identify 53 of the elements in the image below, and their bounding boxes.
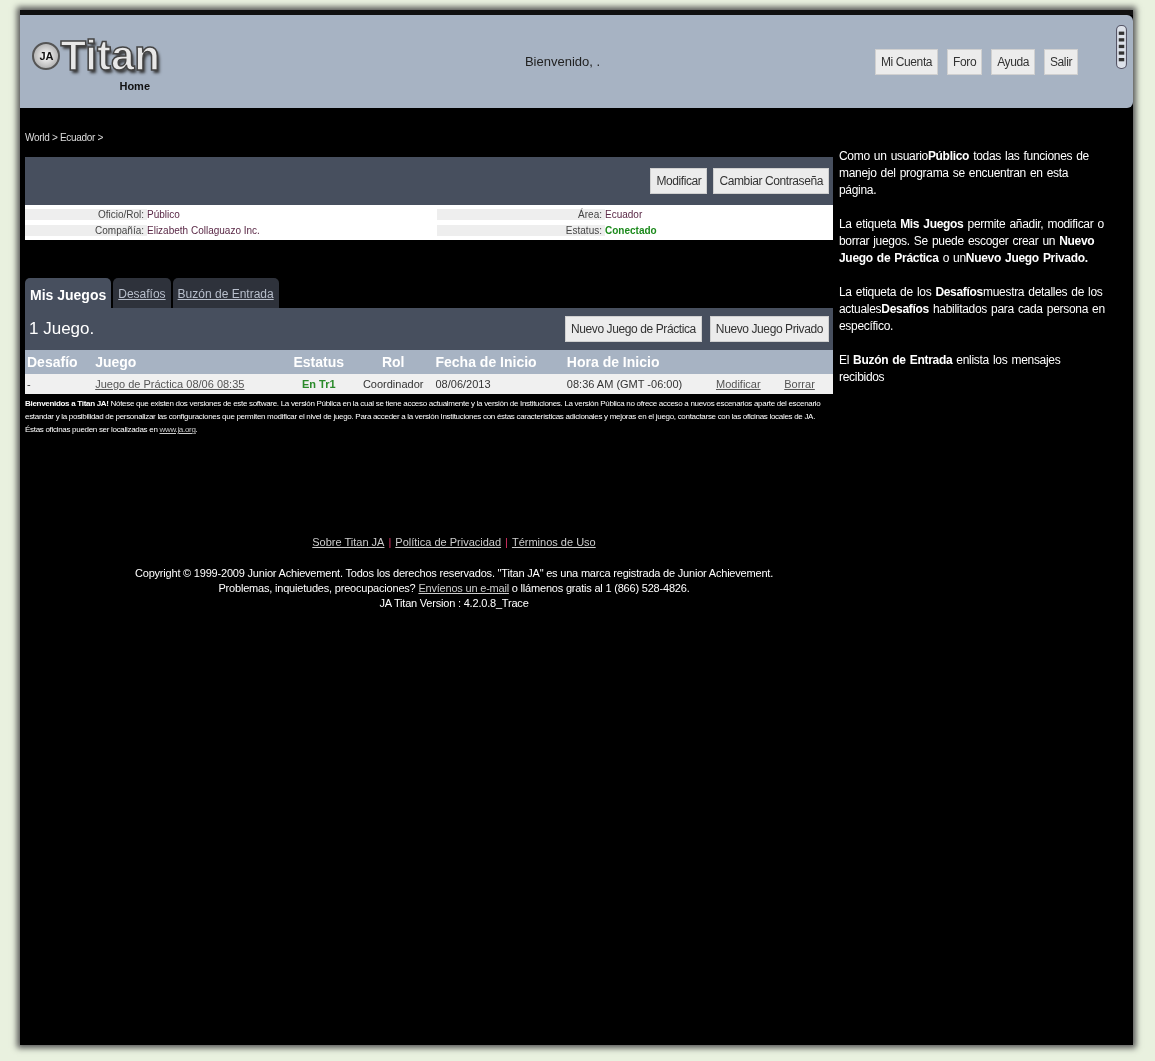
column-header: Estatus (284, 350, 353, 374)
greeting-text: Bienvenido, . (523, 54, 602, 69)
account-button[interactable]: Cambiar Contraseña (713, 168, 829, 194)
logo-badge: JA (32, 41, 61, 70)
field-label: Oficio/Rol: (25, 209, 147, 220)
status-cell: En Tr1 (284, 374, 353, 394)
help-paragraph: La etiqueta de los Desafíosmuestra detalles de los actualesDesafíos habilitados para cada persona en específico. (839, 284, 1105, 335)
new-game-button[interactable]: Nuevo Juego de Práctica (564, 316, 702, 342)
separator: | (388, 536, 392, 548)
logo-text: Titan (60, 31, 160, 80)
nav-button[interactable]: Mi Cuenta (875, 48, 939, 75)
column-header: Fecha de Inicio (433, 350, 565, 374)
action-link[interactable]: Modificar (716, 378, 761, 390)
field-label: Compañía: (25, 225, 147, 236)
footer-link[interactable]: Sobre Titan JA (312, 536, 385, 548)
help-paragraph: Como un usuarioPúblico todas las funciones de manejo del programa se encuentran en esta página. (839, 148, 1090, 199)
column-header: Juego (93, 350, 285, 374)
game-count: 1 Juego. (29, 319, 95, 339)
help-paragraph: El Buzón de Entrada enlista los mensajes recibidos (839, 352, 1062, 386)
field-value: Público (147, 209, 181, 220)
field-value: Ecuador (605, 209, 644, 220)
action-link[interactable]: Borrar (784, 378, 815, 390)
nav-button[interactable]: Salir (1044, 48, 1078, 75)
table-cell: 08/06/2013 (433, 374, 565, 394)
table-cell: Coordinador (352, 374, 434, 394)
tab[interactable]: Buzón de Entrada (172, 278, 279, 308)
column-header: Hora de Inicio (564, 350, 833, 374)
table-cell: - (25, 374, 94, 394)
footer-link[interactable]: Términos de Uso (511, 536, 596, 548)
email-link[interactable]: Envíenos un e-mail (418, 582, 509, 594)
footer-link[interactable]: Política de Privacidad (395, 536, 502, 548)
home-link[interactable]: Home (119, 79, 150, 92)
nav-button[interactable]: Foro (947, 48, 983, 75)
column-header: Rol (352, 350, 434, 374)
separator: | (505, 536, 508, 548)
version-text: JA Titan Version : 4.2.0.8_Trace (378, 596, 530, 611)
help-paragraph: La etiqueta Mis Juegos permite añadir, modificar o borrar juegos. Se puede escoger crear un Nuevo Juego de Práctica o unNuevo Juego Privado. (839, 216, 1105, 267)
copyright-text: Copyright © 1999-2009 Junior Achievement. Todos los derechos reservados. "Titan JA" es una marca registrada de Junior Achievement. (133, 566, 775, 581)
account-button[interactable]: Modificar (650, 168, 708, 194)
field-label: Estatus: (437, 225, 605, 236)
grip-icon[interactable] (1116, 23, 1127, 70)
contact-text: Problemas, inquietudes, preocupaciones? Envíenos un e-mail o llámenos gratis al 1 (866) 528-4826. (217, 581, 691, 596)
column-header: Desafío (25, 350, 94, 374)
tab[interactable]: Mis Juegos (25, 278, 112, 308)
field-value: Conectado (605, 225, 658, 236)
field-label: Área: (437, 209, 605, 220)
new-game-button[interactable]: Nuevo Juego Privado (709, 316, 829, 342)
table-cell: 08:36 AM (GMT -06:00) (564, 374, 714, 394)
nav-button[interactable]: Ayuda (991, 48, 1035, 75)
field-value: Elizabeth Collaguazo Inc. (147, 225, 261, 236)
notice-paragraph: Bienvenidos a Titan JA! Nótese que existen dos versiones de este software. La versión Pública en la cual se tiene acceso actualmente y la versión de Instituciones. La versión Pública no ofrece acceso a nuevos escenarios aparte del escenario estandar y la posibilidad de personalizar las configuraciones que permiten modificar el nivel de juego. Para acceder a la versión Instituciones con éstas características adicionales y mejoras en el juego, contactarse con las oficinas locales de JA. Éstas oficinas pueden ser localizadas en www.ja.org. (25, 398, 822, 436)
breadcrumb: World > Ecuador > (25, 131, 105, 145)
tab[interactable]: Desafíos (113, 278, 171, 308)
